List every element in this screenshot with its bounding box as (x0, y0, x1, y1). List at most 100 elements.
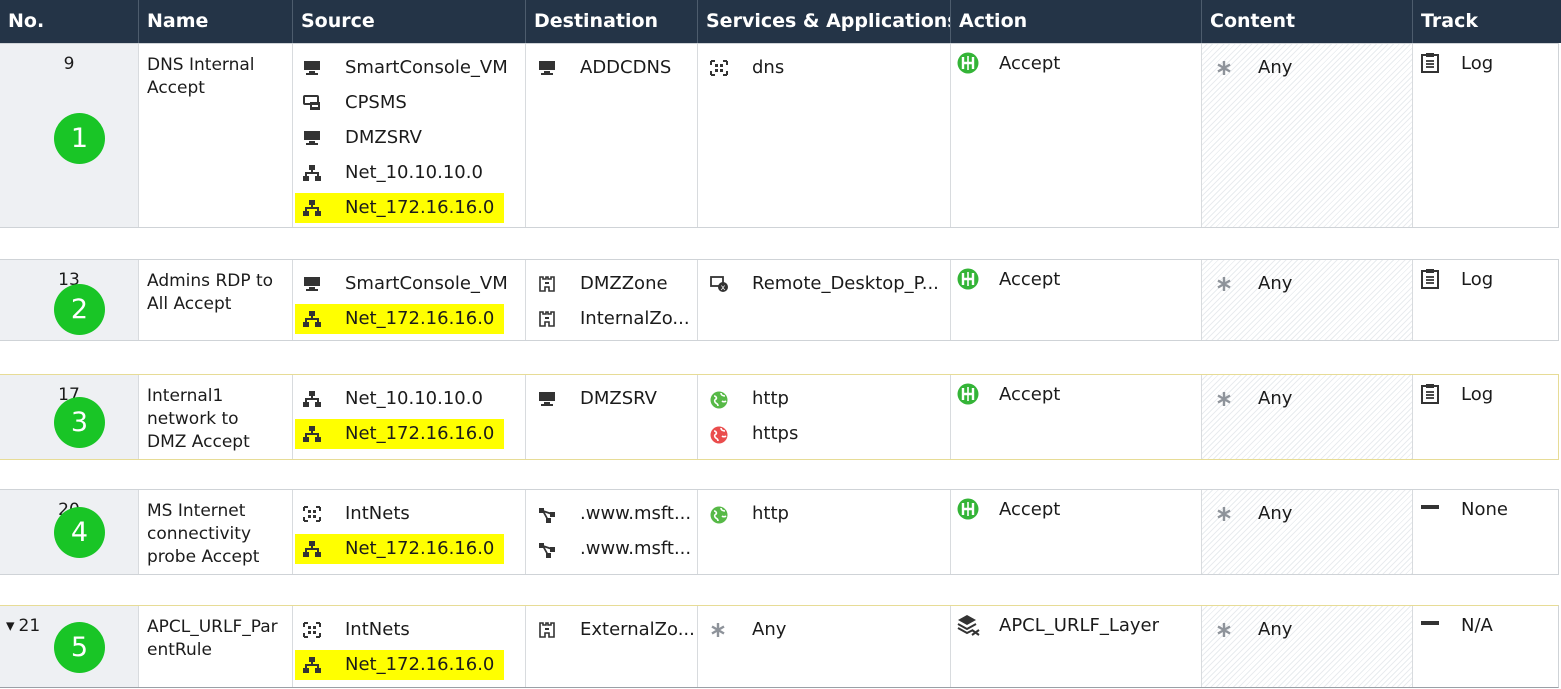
source-cell[interactable]: SmartConsole_VM CPSMS DMZSRV Net_10.10.10.0… (293, 44, 526, 227)
svg-text:x: x (721, 283, 726, 292)
asterisk-icon (1216, 276, 1234, 292)
zone-icon (538, 622, 556, 638)
services-cell[interactable]: http https (698, 375, 951, 459)
column-header-no[interactable]: No. (0, 0, 139, 43)
content-cell[interactable]: Any (1202, 260, 1413, 340)
computer-icon (303, 130, 321, 146)
action-cell[interactable]: Accept (951, 375, 1202, 459)
rule-name-cell[interactable]: APCL_URLF_Par entRule (139, 606, 293, 687)
management-server-icon (303, 95, 321, 111)
action-item-label: Accept (999, 269, 1061, 290)
rule-name-cell[interactable]: Internal1 network to DMZ Accept (139, 375, 293, 459)
column-header-source[interactable]: Source (293, 0, 526, 43)
services-cell[interactable]: x Remote_Desktop_P... (698, 260, 951, 340)
content-cell[interactable]: Any (1202, 490, 1413, 574)
column-header-name[interactable]: Name (139, 0, 293, 43)
content-item-label: Any (1258, 273, 1293, 294)
destination-cell[interactable]: .www.msft... .www.msft... (526, 490, 698, 574)
destination-cell[interactable]: ADDCDNS (526, 44, 698, 227)
action-cell[interactable]: Accept (951, 260, 1202, 340)
source-item-label: Net_172.16.16.0 (345, 308, 495, 329)
action-cell[interactable]: Accept (951, 44, 1202, 227)
action-cell[interactable]: Accept (951, 490, 1202, 574)
rule-number-cell[interactable]: ▾ 21 5 (0, 606, 139, 687)
service-item-label: dns (752, 57, 785, 78)
rule-number-cell[interactable]: 91 (0, 44, 139, 227)
rule-name-line: entRule (147, 640, 212, 660)
source-item-label: IntNets (345, 503, 410, 524)
rule-row-20[interactable]: 204 MS Internet connectivity probe Accept In… (0, 489, 1559, 575)
column-header-track[interactable]: Track (1413, 0, 1561, 43)
services-cell[interactable]: http (698, 490, 951, 574)
rule-name-line: network to (147, 409, 239, 429)
source-cell[interactable]: Net_10.10.10.0 Net_172.16.16.0 (293, 375, 526, 459)
track-cell[interactable]: Log (1413, 260, 1559, 340)
services-cell[interactable]: dns (698, 44, 951, 227)
destination-item-label: DMZSRV (580, 388, 657, 409)
service-item-label: https (752, 423, 799, 444)
destination-cell[interactable]: DMZSRV (526, 375, 698, 459)
column-header-content[interactable]: Content (1202, 0, 1413, 43)
track-cell[interactable]: Log (1413, 44, 1559, 227)
column-header-destination[interactable]: Destination (526, 0, 698, 43)
rule-row-13[interactable]: 13 2 Admins RDP to All Accept SmartConsole_V… (0, 259, 1559, 341)
network-icon (303, 200, 321, 216)
action-cell[interactable]: APCL_URLF_Layer (951, 606, 1202, 687)
destination-cell[interactable]: DMZZone InternalZo... (526, 260, 698, 340)
column-header-services[interactable]: Services & Applications (698, 0, 951, 43)
group-icon (303, 506, 321, 522)
rule-name-cell[interactable]: Admins RDP to All Accept (139, 260, 293, 340)
source-item-label: IntNets (345, 619, 410, 640)
source-item[interactable]: Net_172.16.16.0 (295, 534, 504, 564)
track-cell[interactable]: Log (1413, 375, 1559, 459)
source-cell[interactable]: IntNets Net_172.16.16.0 (293, 490, 526, 574)
source-item-label: SmartConsole_VM (345, 57, 508, 78)
source-cell[interactable]: IntNets Net_172.16.16.0 (293, 606, 526, 687)
source-item[interactable]: Net_172.16.16.0 (295, 650, 504, 680)
column-header-action[interactable]: Action (951, 0, 1202, 43)
rule-row-21[interactable]: ▾ 21 5 APCL_URLF_Par entRule IntNets Net_172.1… (0, 605, 1559, 688)
rule-number-cell[interactable]: 204 (0, 490, 139, 574)
source-item-label: Net_172.16.16.0 (345, 197, 495, 218)
rule-name-cell[interactable]: DNS Internal Accept (139, 44, 293, 227)
rule-name-cell[interactable]: MS Internet connectivity probe Accept (139, 490, 293, 574)
source-cell[interactable]: SmartConsole_VM Net_172.16.16.0 (293, 260, 526, 340)
source-item[interactable]: Net_172.16.16.0 (295, 193, 504, 223)
track-cell[interactable]: None (1413, 490, 1559, 574)
services-cell[interactable]: Any (698, 606, 951, 687)
destination-cell[interactable]: ExternalZo... (526, 606, 698, 687)
source-item[interactable]: Net_172.16.16.0 (295, 304, 504, 334)
rule-number-text: 21 (18, 616, 41, 636)
rule-name-line: DMZ Accept (147, 432, 250, 452)
destination-item-label: ExternalZo... (580, 619, 695, 640)
rule-name: Internal1 network to DMZ Accept (147, 385, 288, 454)
group-icon (710, 60, 728, 76)
rule-name-line: Admins RDP to (147, 271, 274, 291)
domain-icon (538, 541, 556, 558)
callout-badge: 1 (54, 113, 105, 164)
rule-row-17[interactable]: 17 3 Internal1 network to DMZ Accept Net_10.1… (0, 374, 1559, 460)
asterisk-icon (1216, 506, 1234, 522)
source-item-label: Net_172.16.16.0 (345, 423, 495, 444)
rule-name-line: All Accept (147, 294, 232, 314)
zone-icon (538, 311, 556, 327)
rule-name-line: MS Internet (147, 501, 246, 521)
rule-number-cell[interactable]: 17 3 (0, 375, 139, 459)
source-item[interactable]: Net_172.16.16.0 (295, 419, 504, 449)
service-item-label: http (752, 388, 789, 409)
table-header: No. Name Source Destination Services & A… (0, 0, 1561, 43)
globe-red-icon (710, 426, 728, 444)
rule-name-line: probe Accept (147, 547, 260, 567)
track-cell[interactable]: N/A (1413, 606, 1559, 687)
source-item-label: Net_10.10.10.0 (345, 388, 483, 409)
content-cell[interactable]: Any (1202, 375, 1413, 459)
expand-toggle-icon[interactable]: ▾ (6, 616, 15, 636)
asterisk-icon (1216, 391, 1234, 407)
rule-row-9[interactable]: 9 1 DNS Internal Accept SmartConsole_VM CPSMS… (0, 43, 1559, 228)
rule-number-cell[interactable]: 13 2 (0, 260, 139, 340)
content-item-label: Any (1258, 619, 1293, 640)
content-cell[interactable]: Any (1202, 44, 1413, 227)
rule-name-line: connectivity (147, 524, 252, 544)
track-item-label: N/A (1461, 615, 1493, 636)
content-cell[interactable]: Any (1202, 606, 1413, 687)
